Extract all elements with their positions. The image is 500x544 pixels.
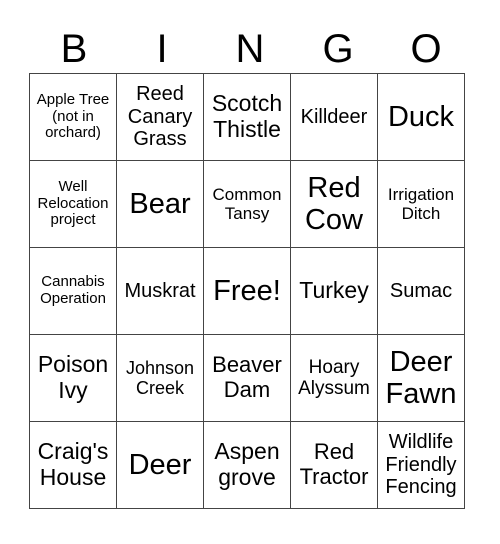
bingo-cell[interactable]: Duck [377, 73, 465, 161]
bingo-cell[interactable]: Red Cow [290, 160, 378, 248]
grid-row: Apple Tree (not in orchard) Reed Canary … [29, 73, 465, 161]
bingo-cell[interactable]: Craig's House [29, 421, 117, 509]
bingo-header: B I N G O [30, 26, 470, 72]
grid-row: Well Relocation project Bear Common Tans… [29, 160, 465, 248]
header-letter-i: I [156, 27, 168, 71]
header-letter-b: B [60, 27, 88, 71]
bingo-cell[interactable]: Irrigation Ditch [377, 160, 465, 248]
bingo-cell[interactable]: Deer Fawn [377, 334, 465, 422]
bingo-cell[interactable]: Cannabis Operation [29, 247, 117, 335]
bingo-cell[interactable]: Poison Ivy [29, 334, 117, 422]
bingo-cell[interactable]: Aspen grove [203, 421, 291, 509]
header-letter-g: G [322, 27, 354, 71]
bingo-cell[interactable]: Turkey [290, 247, 378, 335]
free-space-cell[interactable]: Free! [203, 247, 291, 335]
bingo-cell[interactable]: Beaver Dam [203, 334, 291, 422]
bingo-cell[interactable]: Johnson Creek [116, 334, 204, 422]
bingo-cell[interactable]: Common Tansy [203, 160, 291, 248]
header-letter-n: N [235, 27, 265, 71]
bingo-cell[interactable]: Reed Canary Grass [116, 73, 204, 161]
header-letter-o: O [410, 27, 442, 71]
bingo-cell[interactable]: Apple Tree (not in orchard) [29, 73, 117, 161]
bingo-cell[interactable]: Muskrat [116, 247, 204, 335]
grid-row: Craig's House Deer Aspen grove Red Tract… [29, 421, 465, 509]
bingo-cell[interactable]: Sumac [377, 247, 465, 335]
bingo-cell[interactable]: Wildlife Friendly Fencing [377, 421, 465, 509]
bingo-grid: Apple Tree (not in orchard) Reed Canary … [29, 73, 465, 509]
grid-row: Poison Ivy Johnson Creek Beaver Dam Hoar… [29, 334, 465, 422]
bingo-cell[interactable]: Deer [116, 421, 204, 509]
bingo-cell[interactable]: Scotch Thistle [203, 73, 291, 161]
grid-row: Cannabis Operation Muskrat Free! Turkey … [29, 247, 465, 335]
bingo-cell[interactable]: Red Tractor [290, 421, 378, 509]
bingo-cell[interactable]: Bear [116, 160, 204, 248]
bingo-cell[interactable]: Hoary Alyssum [290, 334, 378, 422]
bingo-cell[interactable]: Well Relocation project [29, 160, 117, 248]
bingo-cell[interactable]: Killdeer [290, 73, 378, 161]
